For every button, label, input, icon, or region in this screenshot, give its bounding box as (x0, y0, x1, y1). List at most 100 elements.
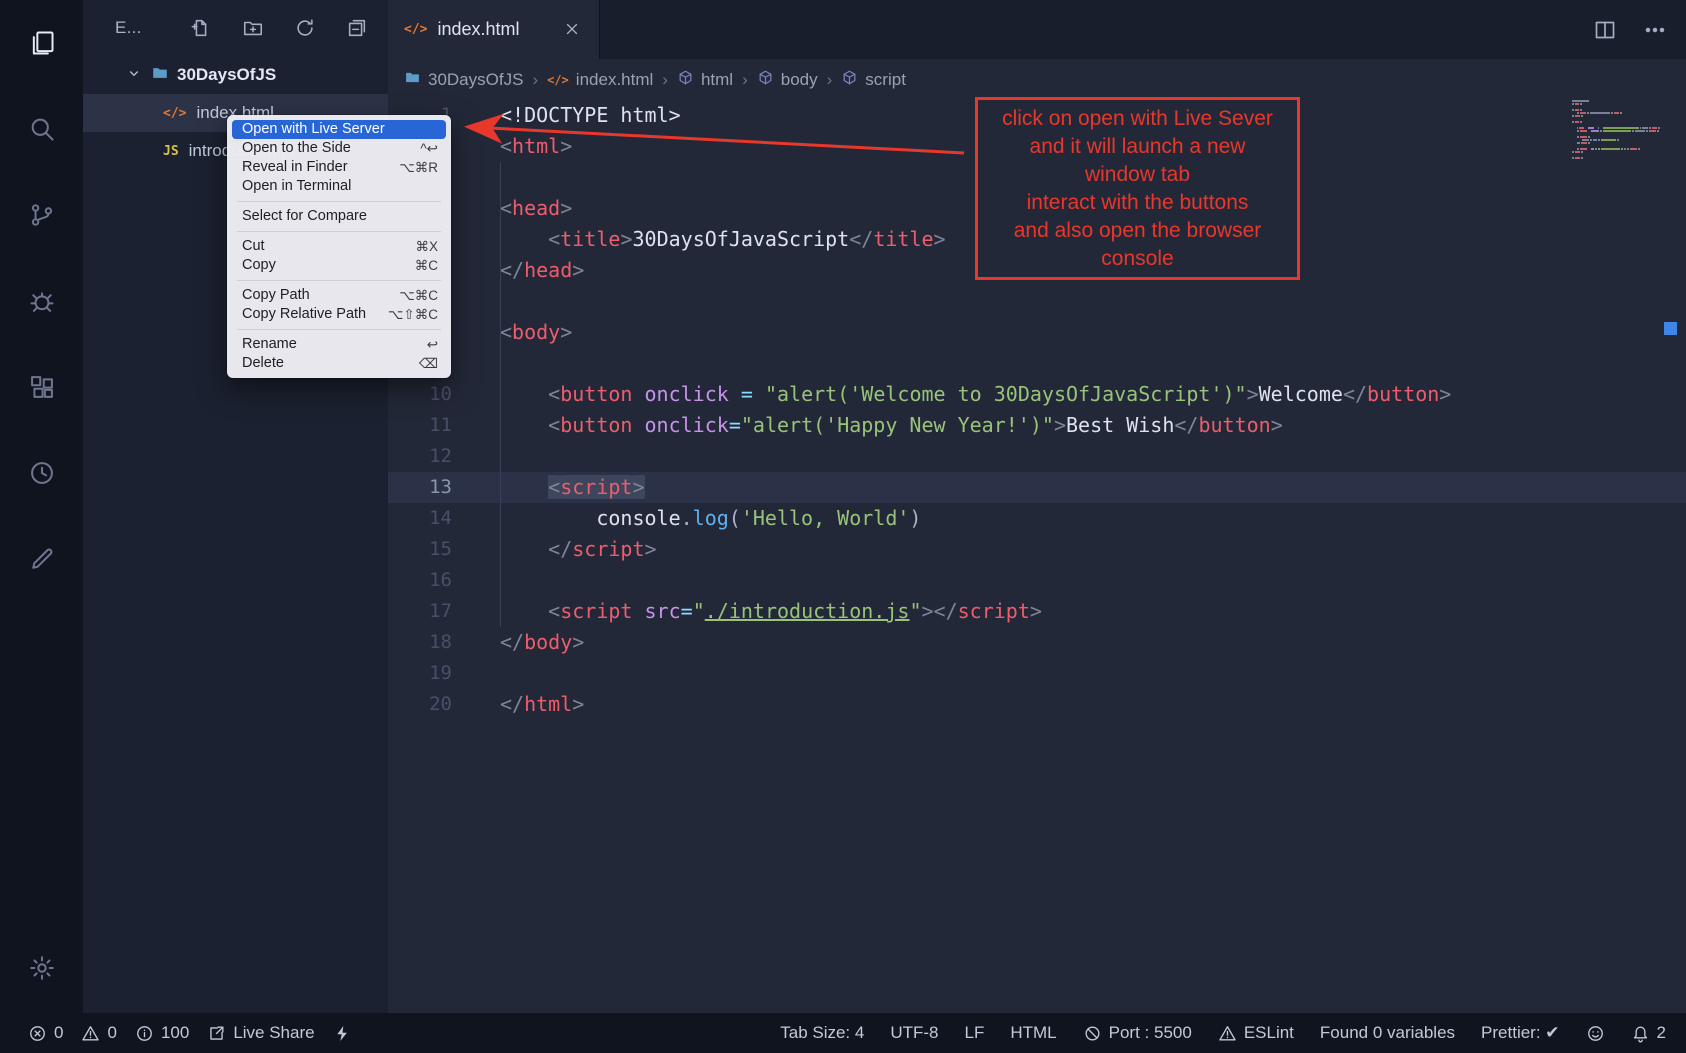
menu-separator (237, 329, 441, 330)
menu-item-reveal-in-finder[interactable]: Reveal in Finder⌥⌘R (232, 158, 446, 177)
menu-item-rename[interactable]: Rename↩ (232, 335, 446, 354)
status-lf[interactable]: LF (965, 1023, 985, 1043)
menu-item-copy-relative-path[interactable]: Copy Relative Path⌥⇧⌘C (232, 305, 446, 324)
status-0[interactable]: 0 (28, 1023, 63, 1043)
context-menu: Open with Live ServerOpen to the Side^↩R… (227, 115, 451, 378)
warning-triangle-icon (81, 1024, 100, 1043)
status-label: LF (965, 1023, 985, 1043)
minimap-line (1572, 145, 1660, 147)
breadcrumb-item-index-html[interactable]: </>index.html (547, 70, 653, 90)
split-editor-icon[interactable] (1592, 17, 1618, 43)
status-tab-size-4[interactable]: Tab Size: 4 (780, 1023, 864, 1043)
code-line-16[interactable]: 16 (388, 565, 1686, 596)
menu-item-copy-path[interactable]: Copy Path ⌥⌘C (232, 286, 446, 305)
html-file-icon: </> (404, 22, 427, 37)
status-live-share[interactable]: Live Share (207, 1023, 314, 1043)
status-label: 2 (1657, 1023, 1666, 1043)
code-line-7[interactable]: 7 (388, 286, 1686, 317)
code-line-20[interactable]: 20</html> (388, 689, 1686, 720)
status-100[interactable]: 100 (135, 1023, 189, 1043)
status-utf-8[interactable]: UTF-8 (890, 1023, 938, 1043)
settings-gear-icon[interactable] (19, 945, 65, 991)
minimap-line (1572, 148, 1660, 150)
status-zap[interactable] (333, 1024, 352, 1043)
code-line-10[interactable]: 10 <button onclick = "alert('Welcome to … (388, 379, 1686, 410)
minimap-line (1572, 109, 1660, 111)
code-line-11[interactable]: 11 <button onclick="alert('Happy New Yea… (388, 410, 1686, 441)
status-html[interactable]: HTML (1010, 1023, 1056, 1043)
explorer-icon[interactable] (19, 20, 65, 66)
status-label: 0 (54, 1023, 63, 1043)
warning-triangle-icon (1218, 1024, 1237, 1043)
tab-index-html[interactable]: </> index.html (388, 0, 600, 59)
code-line-9[interactable]: 9 (388, 348, 1686, 379)
bell-icon (1631, 1024, 1650, 1043)
refresh-icon[interactable] (294, 17, 316, 39)
js-file-icon: JS (163, 144, 179, 159)
overview-ruler-marker (1664, 322, 1677, 335)
html-file-icon: </> (163, 106, 186, 121)
breadcrumb-item-script[interactable]: script (841, 69, 906, 91)
status-prettier[interactable]: Prettier: ✔ (1481, 1023, 1559, 1043)
code-line-17[interactable]: 17 <script src="./introduction.js"></scr… (388, 596, 1686, 627)
breadcrumb-item-body[interactable]: body (757, 69, 818, 91)
menu-item-label: Select for Compare (242, 207, 367, 226)
collapse-all-icon[interactable] (346, 17, 368, 39)
menu-item-shortcut: ⌥⌘C (399, 286, 438, 305)
line-number: 13 (388, 472, 452, 503)
editor-actions (1592, 0, 1668, 59)
menu-item-delete[interactable]: Delete⌫ (232, 354, 446, 373)
status-label: 100 (161, 1023, 189, 1043)
code-line-8[interactable]: 8<body> (388, 317, 1686, 348)
menu-separator (237, 231, 441, 232)
code-line-13[interactable]: 13 <script> (388, 472, 1686, 503)
extensions-icon[interactable] (19, 364, 65, 410)
menu-item-cut[interactable]: Cut⌘X (232, 237, 446, 256)
status-2[interactable]: 2 (1631, 1023, 1666, 1043)
breadcrumb-separator-icon: › (532, 70, 538, 90)
menu-separator (237, 201, 441, 202)
code-line-12[interactable]: 12 (388, 441, 1686, 472)
new-folder-icon[interactable] (242, 17, 264, 39)
menu-item-select-for-compare[interactable]: Select for Compare (232, 207, 446, 226)
status-port-5500[interactable]: Port : 5500 (1083, 1023, 1192, 1043)
menu-item-shortcut: ^↩ (420, 139, 438, 158)
menu-item-open-to-the-side[interactable]: Open to the Side^↩ (232, 139, 446, 158)
breadcrumb: 30DaysOfJS›</>index.html›html›body›scrip… (388, 59, 1686, 100)
code-line-14[interactable]: 14 console.log('Hello, World') (388, 503, 1686, 534)
minimap-line (1572, 136, 1660, 138)
source-control-icon[interactable] (19, 192, 65, 238)
menu-item-open-in-terminal[interactable]: Open in Terminal (232, 177, 446, 196)
breadcrumb-separator-icon: › (742, 70, 748, 90)
breadcrumb-item-html[interactable]: html (677, 69, 733, 91)
feedback-icon[interactable] (19, 536, 65, 582)
minimap[interactable] (1572, 100, 1660, 160)
breadcrumb-separator-icon: › (662, 70, 668, 90)
breadcrumb-item-30daysofjs[interactable]: 30DaysOfJS (404, 69, 523, 91)
status-smiley[interactable] (1586, 1024, 1605, 1043)
close-tab-icon[interactable] (563, 20, 583, 40)
breadcrumb-label: index.html (576, 70, 653, 90)
indent-guide (500, 162, 501, 627)
menu-item-open-with-live-server[interactable]: Open with Live Server (232, 120, 446, 139)
search-icon[interactable] (19, 106, 65, 152)
menu-item-copy[interactable]: Copy⌘C (232, 256, 446, 275)
tab-title: index.html (437, 19, 519, 40)
minimap-line (1572, 154, 1660, 156)
folder-row-30daysofjs[interactable]: 30DaysOfJS (83, 56, 388, 94)
menu-item-label: Copy Path (242, 286, 310, 305)
code-line-18[interactable]: 18</body> (388, 627, 1686, 658)
status-found-0-variables[interactable]: Found 0 variables (1320, 1023, 1455, 1043)
status-0[interactable]: 0 (81, 1023, 116, 1043)
status-label: 0 (107, 1023, 116, 1043)
history-icon[interactable] (19, 450, 65, 496)
debug-icon[interactable] (19, 278, 65, 324)
new-file-icon[interactable] (190, 17, 212, 39)
code-line-15[interactable]: 15 </script> (388, 534, 1686, 565)
breadcrumb-label: body (781, 70, 818, 90)
code-line-19[interactable]: 19 (388, 658, 1686, 689)
error-circle-icon (28, 1024, 47, 1043)
tab-bar: </> index.html (388, 0, 1686, 59)
status-eslint[interactable]: ESLint (1218, 1023, 1294, 1043)
more-actions-icon[interactable] (1642, 17, 1668, 43)
